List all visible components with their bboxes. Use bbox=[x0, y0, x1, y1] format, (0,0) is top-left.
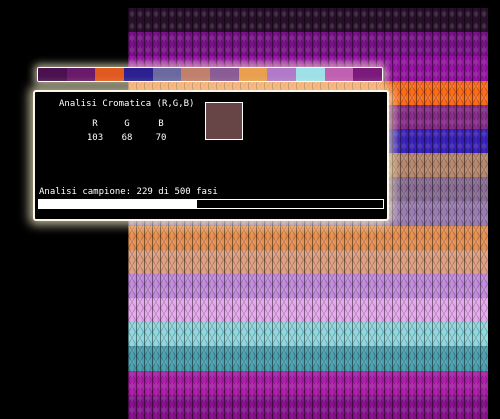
palette-swatch bbox=[124, 68, 153, 81]
red-label: R bbox=[92, 119, 98, 129]
palette-swatch bbox=[152, 68, 182, 81]
fabric-band bbox=[128, 8, 488, 34]
fabric-band bbox=[128, 32, 488, 58]
palette-swatch bbox=[66, 68, 96, 81]
sampling-progress-bar bbox=[38, 199, 384, 209]
palette-swatch bbox=[210, 68, 239, 81]
panel-title: Analisi Cromatica (R,G,B) bbox=[59, 99, 195, 109]
fabric-band bbox=[128, 225, 488, 251]
color-swatch bbox=[205, 102, 243, 140]
fabric-band bbox=[128, 249, 488, 275]
blue-label: B bbox=[158, 119, 164, 129]
palette-swatch bbox=[238, 68, 268, 81]
palette-swatch bbox=[267, 68, 297, 81]
fabric-band bbox=[128, 394, 488, 419]
sampling-status-text: Analisi campione: 229 di 500 fasi bbox=[39, 187, 218, 197]
color-palette-bar bbox=[37, 67, 383, 82]
palette-swatch bbox=[353, 68, 382, 81]
progress-fill bbox=[39, 200, 197, 208]
blue-value: 70 bbox=[155, 133, 167, 143]
red-value: 103 bbox=[86, 133, 104, 143]
fabric-band bbox=[128, 322, 488, 348]
palette-swatch bbox=[296, 68, 325, 81]
green-value: 68 bbox=[121, 133, 133, 143]
fabric-band bbox=[128, 346, 488, 372]
palette-swatch bbox=[95, 68, 125, 81]
fabric-band bbox=[128, 298, 488, 324]
color-analysis-panel: Analisi Cromatica (R,G,B) R G B 103 68 7… bbox=[33, 90, 389, 221]
fabric-band bbox=[128, 273, 488, 300]
palette-swatch bbox=[38, 68, 67, 81]
fabric-band bbox=[128, 370, 488, 396]
palette-swatch bbox=[324, 68, 354, 81]
green-label: G bbox=[124, 119, 130, 129]
palette-swatch bbox=[181, 68, 211, 81]
